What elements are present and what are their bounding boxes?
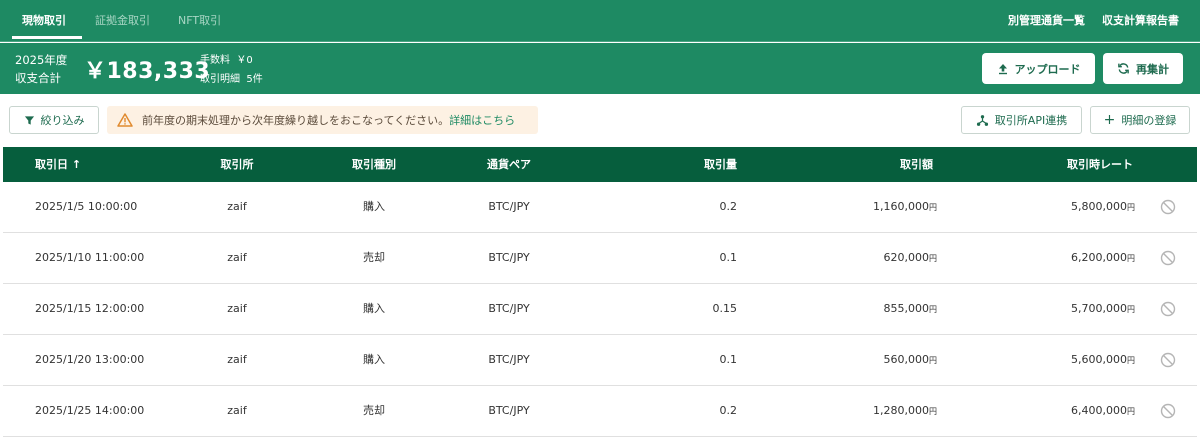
- column-header-rate[interactable]: 取引時レート: [1033, 147, 1133, 182]
- cell-value: 620,000円: [883, 251, 938, 264]
- cell-date: 2025/1/20 13:00:00: [35, 353, 145, 366]
- cell-exchange: zaif: [227, 404, 247, 417]
- exclude-icon[interactable]: [1160, 301, 1176, 317]
- total-value: ￥183,333: [84, 59, 211, 84]
- column-header-date[interactable]: 取引日 ↑: [35, 147, 81, 182]
- column-header-type[interactable]: 取引種別: [324, 147, 424, 182]
- plus-icon: +: [1103, 112, 1116, 128]
- cell-exchange: zaif: [227, 200, 247, 213]
- refresh-icon: [1118, 63, 1129, 74]
- exclude-icon[interactable]: [1160, 352, 1176, 368]
- column-header-amount[interactable]: 取引量: [637, 147, 737, 182]
- cell-pair: BTC/JPY: [488, 302, 530, 315]
- recalculate-label: 再集計: [1136, 62, 1169, 76]
- cell-date: 2025/1/25 14:00:00: [35, 404, 145, 417]
- upload-icon: [998, 63, 1007, 74]
- cell-date: 2025/1/10 11:00:00: [35, 251, 145, 264]
- tab-nft[interactable]: NFT取引: [178, 0, 221, 42]
- total-label: 収支合計: [15, 71, 61, 85]
- cell-amount: 0.15: [712, 302, 738, 315]
- cell-pair: BTC/JPY: [488, 251, 530, 264]
- add-entry-button[interactable]: + 明細の登録: [1090, 106, 1190, 134]
- carryover-warning: 前年度の期末処理から次年度繰り越しをおこなってください。詳細はこちら: [107, 106, 538, 134]
- cell-value: 1,160,000円: [873, 200, 937, 213]
- column-header-pair[interactable]: 通貨ペア: [459, 147, 559, 182]
- detail-label: 取引明細: [200, 74, 240, 85]
- warning-text: 前年度の期末処理から次年度繰り越しをおこなってください。: [142, 114, 450, 127]
- upload-button[interactable]: アップロード: [982, 53, 1095, 84]
- cell-date: 2025/1/5 10:00:00: [35, 200, 138, 213]
- cell-rate: 6,200,000円: [1071, 251, 1135, 264]
- cell-value: 855,000円: [883, 302, 938, 315]
- cell-exchange: zaif: [227, 353, 247, 366]
- cell-type: 購入: [363, 353, 385, 366]
- table-row[interactable]: 2025/1/10 11:00:00 zaif 売却 BTC/JPY 0.1 6…: [3, 233, 1197, 284]
- exclude-icon[interactable]: [1160, 250, 1176, 266]
- recalculate-button[interactable]: 再集計: [1103, 53, 1183, 84]
- cell-type: 売却: [363, 251, 385, 264]
- fee-value: ￥0: [236, 55, 253, 66]
- cell-date: 2025/1/15 12:00:00: [35, 302, 145, 315]
- cell-rate: 5,800,000円: [1071, 200, 1135, 213]
- cell-value: 1,280,000円: [873, 404, 937, 417]
- cell-amount: 0.1: [719, 353, 738, 366]
- fee-label: 手数料: [200, 55, 230, 66]
- exclude-icon[interactable]: [1160, 199, 1176, 215]
- cell-pair: BTC/JPY: [488, 404, 530, 417]
- summary-period: 2025年度 収支合計: [15, 51, 67, 87]
- add-entry-label: 明細の登録: [1121, 114, 1177, 127]
- table-row[interactable]: 2025/1/20 13:00:00 zaif 購入 BTC/JPY 0.1 5…: [3, 335, 1197, 386]
- cell-type: 購入: [363, 200, 385, 213]
- cell-rate: 6,400,000円: [1071, 404, 1135, 417]
- cell-rate: 5,700,000円: [1071, 302, 1135, 315]
- tab-margin[interactable]: 証拠金取引: [95, 0, 150, 42]
- link-income-report[interactable]: 収支計算報告書: [1102, 0, 1179, 42]
- exclude-icon[interactable]: [1160, 403, 1176, 419]
- column-header-value[interactable]: 取引額: [833, 147, 933, 182]
- table-row[interactable]: 2025/1/25 14:00:00 zaif 売却 BTC/JPY 0.2 1…: [3, 386, 1197, 437]
- warning-details-link[interactable]: 詳細はこちら: [449, 114, 515, 127]
- top-nav: 現物取引 証拠金取引 NFT取引 別管理通貨一覧 収支計算報告書: [0, 0, 1200, 42]
- cell-amount: 0.1: [719, 251, 738, 264]
- filter-button[interactable]: 絞り込み: [9, 106, 99, 134]
- exchange-api-label: 取引所API連携: [994, 114, 1068, 127]
- summary-bar: 2025年度 収支合計 ￥183,333 手数料 ￥0 取引明細 5件 アップロ…: [0, 43, 1200, 94]
- detail-count: 5件: [246, 74, 263, 85]
- api-link-icon: [976, 114, 988, 126]
- sort-ascending-icon: ↑: [71, 158, 82, 171]
- year-label: 2025年度: [15, 53, 68, 67]
- cell-rate: 5,600,000円: [1071, 353, 1135, 366]
- cell-value: 560,000円: [883, 353, 938, 366]
- column-header-exchange[interactable]: 取引所: [187, 147, 287, 182]
- table-row[interactable]: 2025/1/5 10:00:00 zaif 購入 BTC/JPY 0.2 1,…: [3, 182, 1197, 233]
- cell-amount: 0.2: [719, 200, 738, 213]
- cell-exchange: zaif: [227, 302, 247, 315]
- link-separate-currency-list[interactable]: 別管理通貨一覧: [1008, 0, 1085, 42]
- cell-type: 売却: [363, 404, 385, 417]
- cell-type: 購入: [363, 302, 385, 315]
- active-tab-indicator: [12, 36, 82, 39]
- warning-icon: [117, 113, 133, 127]
- cell-exchange: zaif: [227, 251, 247, 264]
- upload-label: アップロード: [1014, 62, 1081, 76]
- filter-label: 絞り込み: [40, 114, 85, 127]
- cell-pair: BTC/JPY: [488, 353, 530, 366]
- table-row[interactable]: 2025/1/15 12:00:00 zaif 購入 BTC/JPY 0.15 …: [3, 284, 1197, 335]
- filter-icon: [24, 115, 34, 125]
- exchange-api-button[interactable]: 取引所API連携: [961, 106, 1082, 134]
- cell-pair: BTC/JPY: [488, 200, 530, 213]
- summary-details: 手数料 ￥0 取引明細 5件: [200, 51, 263, 89]
- cell-amount: 0.2: [719, 404, 738, 417]
- table-header: 取引日 ↑ 取引所 取引種別 通貨ペア 取引量 取引額 取引時レート: [3, 147, 1197, 182]
